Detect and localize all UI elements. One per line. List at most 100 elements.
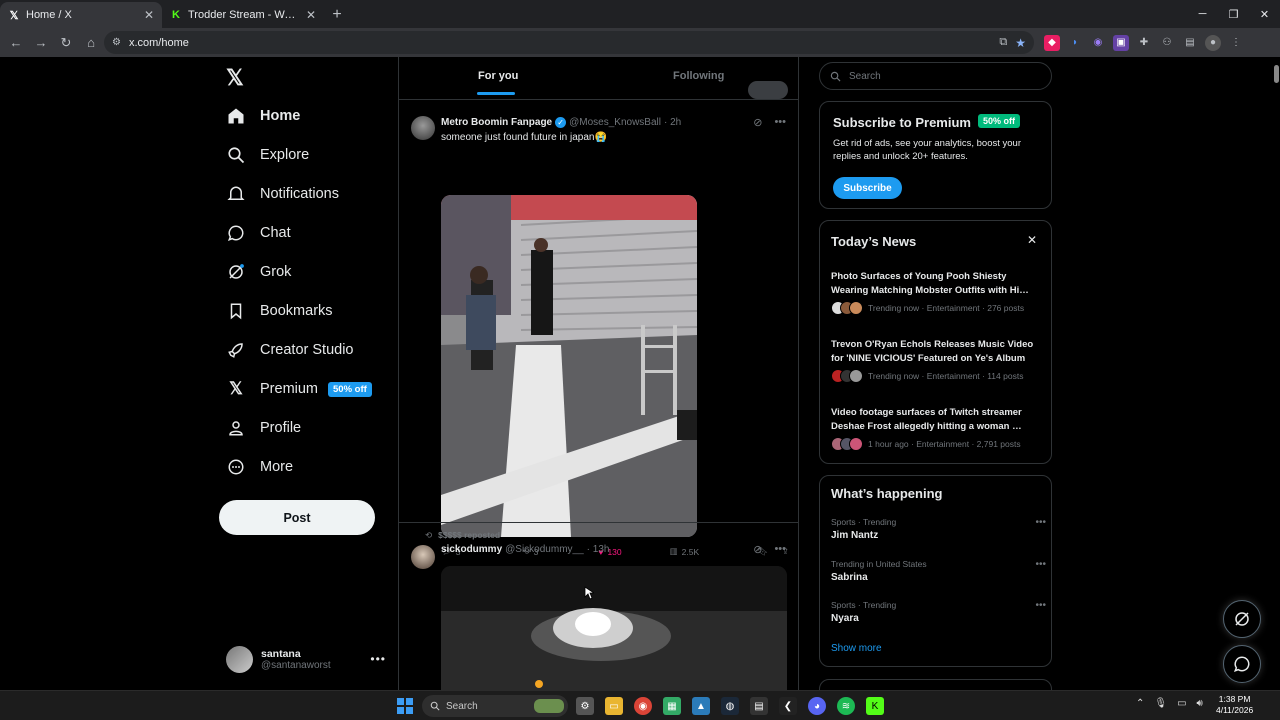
discord-icon[interactable]: ◕ <box>808 697 826 715</box>
trend-more-icon[interactable]: ••• <box>1035 559 1046 570</box>
address-bar-row: ← → ↻ ⌂ ⚙ x.com/home ⧉ ★ ◆ ◗ ◉ ▣ ✚ ⚇ ▤ ●… <box>0 28 1280 57</box>
reload-icon[interactable]: ↻ <box>54 31 78 55</box>
spotify-icon[interactable]: ≋ <box>837 697 855 715</box>
nav-more[interactable]: More <box>226 450 293 484</box>
photos-app-icon[interactable]: ▲ <box>692 697 710 715</box>
browser-menu-icon[interactable]: ⋮ <box>1228 35 1244 51</box>
nav-premium[interactable]: 𝕏 Premium 50% off <box>226 372 372 406</box>
news-item[interactable]: Photo Surfaces of Young Pooh Shiesty Wea… <box>831 270 1046 315</box>
grok-analyze-icon[interactable]: ⊘ <box>753 116 762 129</box>
tweet-more-icon[interactable]: ••• <box>774 116 786 129</box>
tweet-avatar[interactable] <box>411 545 435 569</box>
tweet-handle[interactable]: @Moses_KnowsBall <box>569 117 661 128</box>
x-logo-icon[interactable]: 𝕏 <box>226 65 244 91</box>
file-explorer-icon[interactable]: ▭ <box>605 697 623 715</box>
chat-icon <box>1233 656 1250 673</box>
grok-fab-button[interactable] <box>1223 600 1261 638</box>
close-tab-icon[interactable]: ✕ <box>144 8 154 22</box>
network-icon[interactable]: ▭ <box>1177 698 1186 709</box>
nav-bookmarks[interactable]: Bookmarks <box>226 294 333 328</box>
install-icon[interactable]: ⧉ <box>999 36 1007 49</box>
nav-chat[interactable]: Chat <box>226 216 291 250</box>
tray-chevron-icon[interactable]: ⌃ <box>1136 698 1144 709</box>
tweet-more-icon[interactable]: ••• <box>774 543 786 556</box>
nav-explore[interactable]: Explore <box>226 138 309 172</box>
tweet-image[interactable] <box>441 195 697 537</box>
bookmark-star-icon[interactable]: ★ <box>1015 36 1026 50</box>
tweet-video[interactable] <box>441 566 787 690</box>
site-info-icon[interactable]: ⚙ <box>112 37 121 48</box>
nav-notifications[interactable]: Notifications <box>226 177 339 211</box>
nav-home[interactable]: Home <box>226 99 300 133</box>
account-more-icon[interactable]: ••• <box>370 652 386 666</box>
trend-more-icon[interactable]: ••• <box>1035 517 1046 528</box>
repost-context: ⟲ $$$$$ reposted <box>425 530 500 541</box>
new-posts-pill[interactable] <box>748 81 788 99</box>
trend-item[interactable]: Trending in United States Sabrina ••• <box>831 559 1046 583</box>
extension-shield-icon[interactable]: ◆ <box>1044 34 1060 51</box>
tweet-author-name[interactable]: sickodummy <box>441 544 502 555</box>
tweet-avatar[interactable] <box>411 116 435 140</box>
news-meta: Trending now · Entertainment · 114 posts <box>868 371 1024 381</box>
search-input[interactable]: Search <box>819 62 1052 90</box>
reading-list-icon[interactable]: ▤ <box>1182 35 1198 51</box>
volume-icon[interactable]: 🔊︎ <box>1197 698 1203 709</box>
nav-profile[interactable]: Profile <box>226 411 301 445</box>
taskbar-clock[interactable]: 1:38 PM 4/11/2026 <box>1216 694 1253 716</box>
messages-fab-button[interactable] <box>1223 645 1261 683</box>
extension-misc-icon[interactable]: ⚇ <box>1159 35 1175 51</box>
new-tab-button[interactable]: + <box>324 2 350 28</box>
app-green-icon[interactable]: ▦ <box>663 697 681 715</box>
trend-item[interactable]: Sports · Trending Nyara ••• <box>831 600 1046 624</box>
subscribe-button[interactable]: Subscribe <box>833 177 902 199</box>
post-button[interactable]: Post <box>219 500 375 535</box>
back-icon[interactable]: ← <box>4 31 28 55</box>
tab-following[interactable]: Following <box>673 70 724 82</box>
tab-home-x[interactable]: 𝕏 Home / X ✕ <box>0 2 162 28</box>
chrome-icon[interactable]: ◉ <box>634 697 652 715</box>
tab-for-you[interactable]: For you <box>476 70 518 95</box>
window-close-icon[interactable]: ✕ <box>1249 0 1280 28</box>
microphone-icon[interactable]: 🎙︎ <box>1154 698 1167 709</box>
extension-twitch-icon[interactable]: ▣ <box>1113 34 1129 51</box>
nav-creator-studio[interactable]: Creator Studio <box>226 333 354 367</box>
tab-trodder-stream[interactable]: K Trodder Stream - Watch Live on ✕ <box>162 2 324 28</box>
grok-analyze-icon[interactable]: ⊘ <box>753 543 762 556</box>
nav-label: More <box>260 459 294 475</box>
news-item[interactable]: Video footage surfaces of Twitch streame… <box>831 406 1046 451</box>
tweet-handle[interactable]: @Sickodummy__ <box>505 544 584 555</box>
minimize-icon[interactable]: ─ <box>1187 0 1218 28</box>
page-scrollbar[interactable] <box>1272 57 1280 690</box>
news-headline: Video footage surfaces of Twitch streame… <box>831 407 1022 432</box>
omnibox[interactable]: ⚙ x.com/home ⧉ ★ <box>104 31 1034 54</box>
scrollbar-thumb[interactable] <box>1274 65 1279 83</box>
steam-icon[interactable]: ◍ <box>721 697 739 715</box>
extension-game-icon[interactable]: ◉ <box>1090 35 1106 51</box>
tweet-time[interactable]: · 2h <box>664 117 681 128</box>
extensions-puzzle-icon[interactable]: ✚ <box>1136 35 1152 51</box>
home-browser-icon[interactable]: ⌂ <box>79 31 103 55</box>
trend-item[interactable]: Sports · Trending Jim Nantz ••• <box>831 517 1046 541</box>
start-button-icon[interactable] <box>397 698 413 714</box>
show-more-link[interactable]: Show more <box>831 643 882 654</box>
forward-icon[interactable]: → <box>29 31 53 55</box>
app-arrow-icon[interactable]: ❮ <box>779 697 797 715</box>
profile-avatar-icon[interactable]: ● <box>1205 34 1221 51</box>
taskbar-search[interactable]: Search <box>422 695 568 717</box>
news-item[interactable]: Trevon O'Ryan Echols Releases Music Vide… <box>831 338 1046 383</box>
terminal-icon[interactable]: ▤ <box>750 697 768 715</box>
kick-app-icon[interactable]: K <box>866 697 884 715</box>
nav-grok[interactable]: Grok <box>226 255 291 289</box>
x-icon: 𝕏 <box>229 379 243 398</box>
trend-more-icon[interactable]: ••• <box>1035 600 1046 611</box>
maximize-icon[interactable]: ❐ <box>1218 0 1249 28</box>
tweet-time[interactable]: · 13h <box>587 544 610 555</box>
reposted-by[interactable]: $$$$$ reposted <box>438 530 500 541</box>
tweet-author-name[interactable]: Metro Boomin Fanpage <box>441 117 552 128</box>
close-tab-icon[interactable]: ✕ <box>306 8 316 22</box>
settings-app-icon[interactable]: ⚙ <box>576 697 594 715</box>
extension-audio-icon[interactable]: ◗ <box>1067 35 1083 51</box>
account-switcher[interactable]: santana @santanaworst ••• <box>226 643 386 675</box>
tweet[interactable]: Metro Boomin Fanpage ✓ @Moses_KnowsBall … <box>399 100 798 557</box>
close-icon[interactable]: ✕ <box>1027 233 1037 247</box>
